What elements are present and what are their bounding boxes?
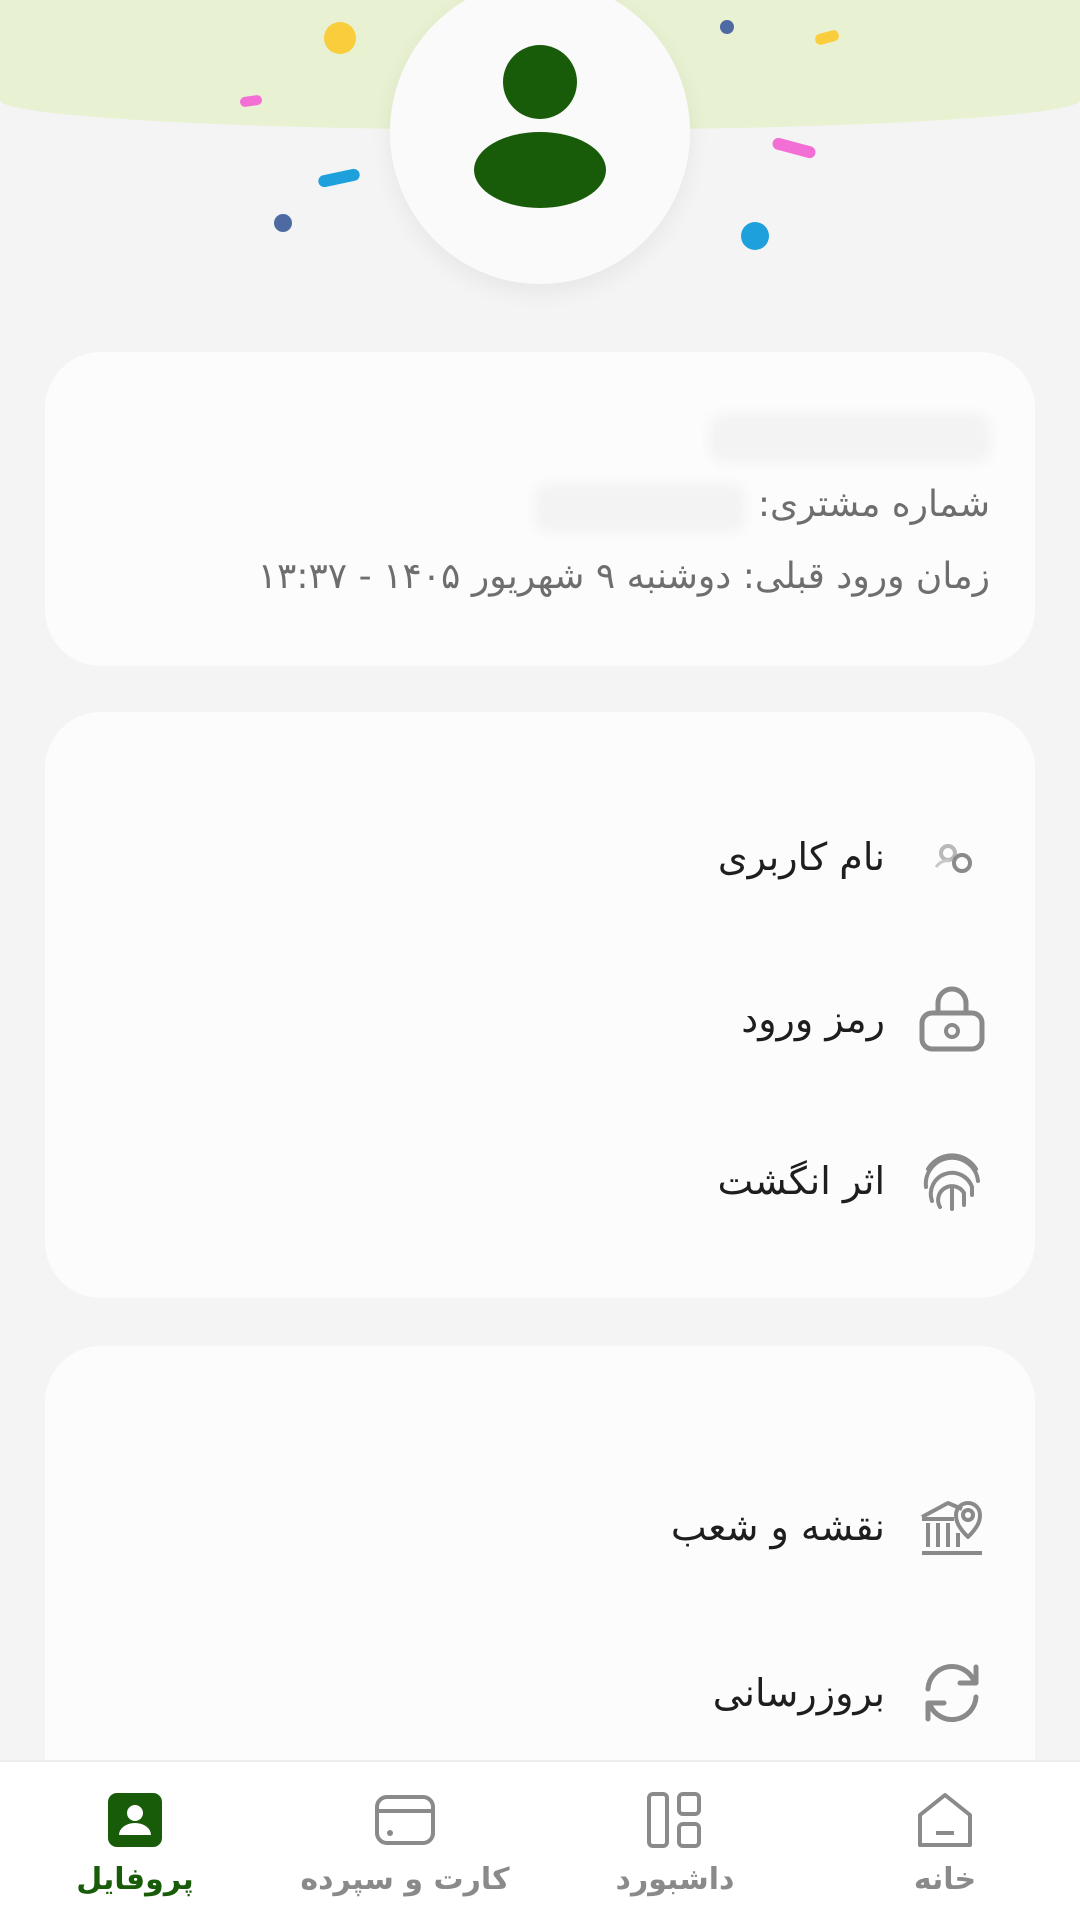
bottom-navigation: پروفایل کارت و سپرده داشبورد خانه: [0, 1760, 1080, 1920]
settings-item-username[interactable]: نام کاربری: [45, 802, 1035, 912]
menu-item-label: نقشه و شعب: [670, 1505, 885, 1549]
nav-home[interactable]: خانه: [835, 1788, 1055, 1908]
nav-label: خانه: [913, 1862, 977, 1897]
masked-customer-name: [710, 414, 990, 462]
masked-customer-number: [535, 484, 745, 532]
confetti-decoration: [274, 214, 292, 232]
lock-icon: [917, 984, 987, 1054]
settings-item-fingerprint[interactable]: اثر انگشت: [45, 1126, 1035, 1236]
confetti-decoration: [771, 136, 817, 160]
nav-profile[interactable]: پروفایل: [25, 1788, 245, 1908]
avatar: [390, 0, 690, 284]
nav-dashboard[interactable]: داشبورد: [565, 1788, 785, 1908]
confetti-decoration: [317, 167, 361, 189]
profile-icon: [103, 1788, 167, 1852]
customer-info-card: شماره مشتری: زمان ورود قبلی: دوشنبه ۹ شه…: [45, 352, 1035, 666]
menu-item-update[interactable]: بروزرسانی: [45, 1638, 1035, 1748]
settings-item-label: رمز ورود: [741, 997, 885, 1041]
settings-item-password[interactable]: رمز ورود: [45, 964, 1035, 1074]
settings-item-label: اثر انگشت: [717, 1159, 885, 1203]
account-settings-card: نام کاربری رمز ورود اثر انگشت: [45, 712, 1035, 1298]
nav-label: کارت و سپرده: [300, 1862, 510, 1897]
refresh-icon: [917, 1658, 987, 1728]
profile-screen: شماره مشتری: زمان ورود قبلی: دوشنبه ۹ شه…: [0, 0, 1080, 1920]
confetti-decoration: [741, 222, 769, 250]
bank-location-icon: [917, 1492, 987, 1562]
menu-item-branches-map[interactable]: نقشه و شعب: [45, 1472, 1035, 1582]
nav-label: داشبورد: [615, 1862, 735, 1897]
menu-item-label: بروزرسانی: [712, 1671, 885, 1715]
nav-cards-deposits[interactable]: کارت و سپرده: [295, 1788, 515, 1908]
home-icon: [913, 1788, 977, 1852]
user-avatar-icon: [474, 45, 606, 208]
confetti-decoration: [324, 22, 356, 54]
nav-label: پروفایل: [76, 1862, 194, 1897]
settings-item-label: نام کاربری: [717, 835, 885, 879]
confetti-decoration: [720, 20, 734, 34]
card-icon: [373, 1788, 437, 1852]
last-login-time: زمان ورود قبلی: دوشنبه ۹ شهریور ۱۴۰۵ - ۱…: [257, 556, 990, 597]
fingerprint-icon: [917, 1146, 987, 1216]
customer-number-label: شماره مشتری:: [757, 484, 990, 525]
dashboard-icon: [643, 1788, 707, 1852]
user-edit-icon: [917, 822, 987, 892]
